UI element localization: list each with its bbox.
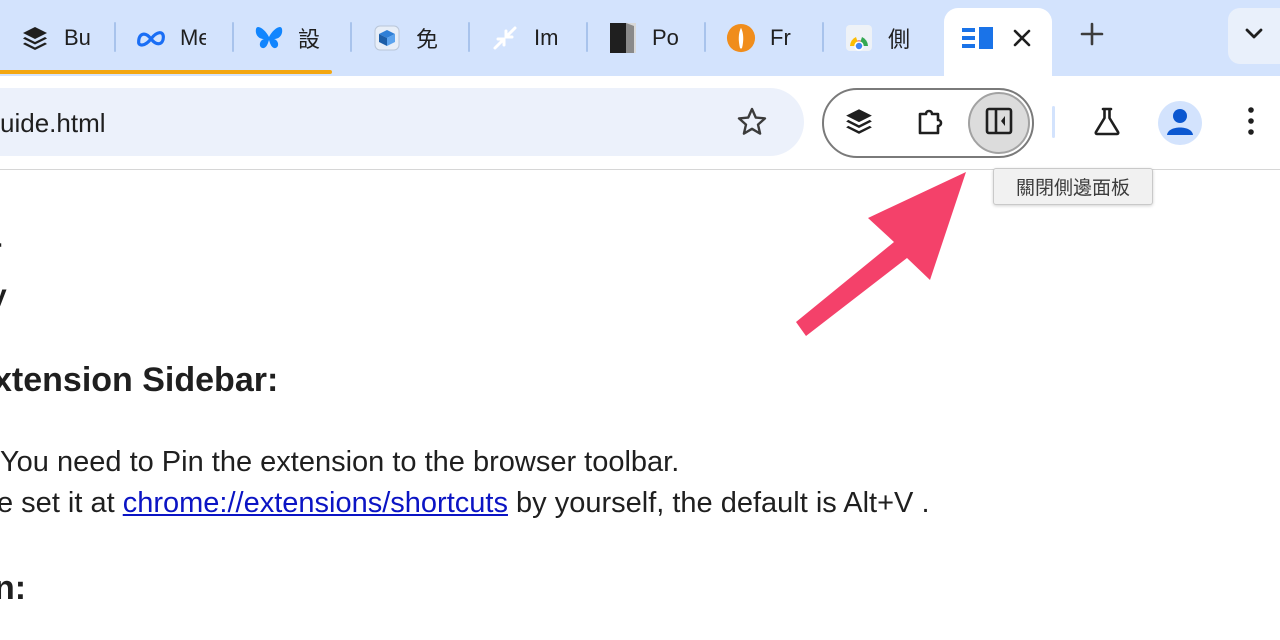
tab-title: 免 bbox=[416, 27, 439, 52]
tab-title: Im bbox=[534, 25, 559, 50]
flask-icon bbox=[1091, 105, 1123, 142]
labs-button[interactable] bbox=[1076, 92, 1138, 154]
tab-orange[interactable]: Fr bbox=[706, 8, 822, 68]
tab-package[interactable]: 免 bbox=[352, 8, 468, 68]
tab-title: Bu bbox=[64, 25, 90, 50]
tab-title: 設 bbox=[298, 27, 321, 52]
tab-search-button[interactable] bbox=[1228, 8, 1280, 64]
tab-title: Po bbox=[652, 25, 678, 50]
tab-strip: Bu Me 設 免 Im Po Fr 側 bbox=[0, 0, 1280, 78]
tab-meta[interactable]: Me bbox=[116, 8, 232, 68]
line-text: by yourself, the default is Alt+V . bbox=[507, 487, 930, 519]
line-text: e set it at bbox=[0, 487, 123, 519]
cube-package-icon bbox=[372, 23, 402, 53]
extension-group bbox=[822, 88, 1034, 158]
toolbar-divider bbox=[1052, 106, 1055, 138]
avatar-icon bbox=[1158, 101, 1202, 145]
section-heading: n: bbox=[0, 569, 27, 607]
tab-active[interactable] bbox=[944, 8, 1052, 78]
pinned-extension-button[interactable] bbox=[828, 92, 890, 154]
tab-image[interactable]: Im bbox=[470, 8, 586, 68]
book-icon bbox=[608, 23, 638, 53]
profile-button[interactable] bbox=[1158, 101, 1202, 145]
star-icon[interactable] bbox=[734, 104, 770, 140]
side-panel-icon bbox=[984, 106, 1014, 141]
url-text[interactable]: uide.html bbox=[0, 108, 106, 139]
section-heading: xtension Sidebar: bbox=[0, 361, 279, 399]
text-fragment: r bbox=[0, 233, 2, 267]
butterfly-icon bbox=[254, 23, 284, 53]
sidebar-layout-icon bbox=[962, 22, 994, 54]
chrome-logo-icon bbox=[844, 23, 874, 53]
tab-title: Fr bbox=[770, 25, 791, 50]
tab-chrome[interactable]: 側 bbox=[824, 8, 944, 68]
tab-book[interactable]: Po bbox=[588, 8, 704, 68]
text-fragment: y bbox=[0, 279, 7, 313]
tab-bluesky[interactable]: 設 bbox=[234, 8, 350, 68]
stacked-layers-icon bbox=[844, 106, 874, 141]
plus-icon bbox=[1080, 22, 1104, 51]
paragraph-line: You need to Pin the extension to the bro… bbox=[0, 446, 680, 478]
close-icon[interactable] bbox=[1004, 20, 1040, 56]
meta-logo-icon bbox=[136, 23, 166, 53]
page-content: r y xtension Sidebar: You need to Pin th… bbox=[0, 171, 1280, 640]
shortcuts-link[interactable]: chrome://extensions/shortcuts bbox=[123, 487, 508, 519]
orange-circle-icon bbox=[726, 23, 756, 53]
tab-buffer[interactable]: Bu bbox=[0, 8, 112, 68]
address-bar[interactable]: uide.html bbox=[0, 88, 804, 156]
annotation-arrow-icon bbox=[796, 172, 966, 336]
tab-group-underline bbox=[0, 70, 332, 74]
compress-arrows-icon bbox=[490, 23, 520, 53]
extensions-button[interactable] bbox=[900, 92, 962, 154]
paragraph-line: e set it at chrome://extensions/shortcut… bbox=[0, 487, 930, 520]
new-tab-button[interactable] bbox=[1072, 16, 1112, 56]
puzzle-icon bbox=[914, 104, 948, 143]
chevron-down-icon bbox=[1244, 27, 1264, 46]
tab-title: Me bbox=[180, 25, 206, 50]
kebab-menu-icon bbox=[1246, 106, 1256, 141]
side-panel-button[interactable] bbox=[968, 92, 1030, 154]
tab-title: 側 bbox=[888, 27, 911, 52]
chrome-menu-button[interactable] bbox=[1220, 92, 1280, 154]
stacked-layers-icon bbox=[20, 23, 50, 53]
